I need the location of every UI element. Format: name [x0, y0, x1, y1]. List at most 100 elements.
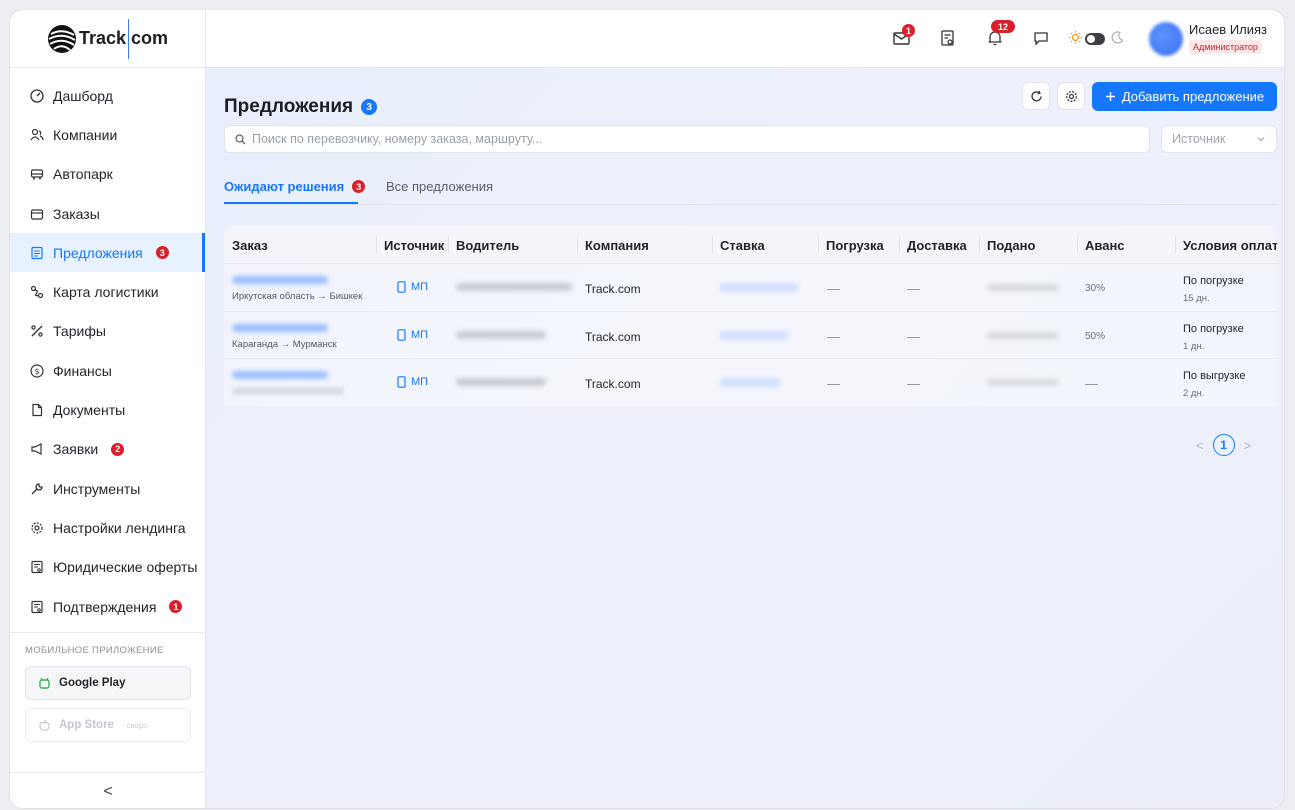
col-order[interactable]: Заказ [232, 238, 268, 253]
advance-cell: 50% [1085, 330, 1106, 342]
column-separator [1077, 237, 1078, 253]
refresh-button[interactable] [1022, 82, 1050, 110]
phone-icon [397, 328, 406, 341]
col-source[interactable]: Источник [384, 238, 444, 253]
pager-prev-button[interactable]: < [1196, 438, 1204, 453]
pagination: < 1 > [1196, 434, 1251, 456]
col-delivery[interactable]: Доставка [907, 238, 967, 253]
page-title-text: Предложения [224, 96, 354, 117]
company-cell: Track.com [585, 329, 641, 344]
column-separator [979, 237, 980, 253]
rate-redacted [720, 378, 780, 387]
column-separator [899, 237, 900, 253]
confirmations-badge: 1 [169, 600, 183, 613]
sidebar-item-legal-offers[interactable]: Юридические оферты [10, 548, 205, 587]
sidebar-item-documents[interactable]: Документы [10, 390, 205, 429]
users-icon [30, 128, 44, 141]
col-advance[interactable]: Аванс [1085, 238, 1125, 253]
notifications-button[interactable]: 12 [985, 20, 1015, 48]
collapse-sidebar-button[interactable]: < [10, 772, 206, 808]
add-offer-button[interactable]: Добавить предложение [1092, 82, 1277, 111]
loading-cell: — [827, 328, 840, 344]
chevron-down-icon [1257, 137, 1265, 142]
column-separator [577, 237, 578, 253]
col-company[interactable]: Компания [585, 238, 649, 253]
chat-button[interactable] [1031, 28, 1051, 48]
company-cell: Track.com [585, 282, 641, 296]
column-separator [818, 237, 819, 253]
sidebar-item-tools[interactable]: Инструменты [10, 469, 205, 508]
sidebar-item-companies[interactable]: Компании [10, 115, 205, 154]
submitted-redacted [987, 379, 1059, 386]
order-route-redacted [232, 388, 344, 394]
source-cell: МП [397, 329, 428, 341]
sidebar-item-label: Настройки лендинга [53, 519, 186, 536]
table-row[interactable]: МП Track.com — — — По выгрузке 2 дн. [224, 359, 1277, 406]
tab-active-indicator [224, 202, 358, 204]
logo-text-track: Track [78, 28, 127, 48]
notifications-badge: 12 [991, 20, 1015, 33]
sidebar-item-landing-settings[interactable]: Настройки лендинга [10, 508, 205, 547]
logo-text: Track com [78, 18, 168, 59]
tabs: Ожидают решения 3 Все предложения [224, 171, 1277, 205]
sidebar-item-confirmations[interactable]: Подтверждения 1 [10, 587, 205, 626]
pager-page-1[interactable]: 1 [1212, 434, 1235, 456]
col-submitted[interactable]: Подано [987, 238, 1035, 253]
order-number-redacted[interactable] [232, 371, 328, 379]
rate-redacted [720, 283, 798, 292]
svg-text:$: $ [34, 367, 39, 376]
sidebar-item-label: Финансы [53, 362, 112, 379]
requests-badge: 2 [111, 442, 125, 456]
sidebar-item-label: Тарифы [53, 323, 106, 340]
offers-table: Заказ Источник Водитель Компания Ставка … [224, 226, 1277, 406]
col-loading[interactable]: Погрузка [826, 238, 884, 253]
order-number-redacted[interactable] [232, 276, 328, 284]
google-play-button[interactable]: Google Play [25, 666, 191, 700]
company-cell: Track.com [585, 377, 641, 391]
gear-icon [31, 522, 43, 534]
col-rate[interactable]: Ставка [720, 238, 765, 253]
settings-button[interactable] [1057, 82, 1085, 110]
search-icon [235, 133, 246, 144]
source-cell: МП [397, 376, 428, 388]
sidebar-item-label: Документы [53, 402, 126, 419]
order-number-redacted[interactable] [232, 323, 328, 332]
plus-icon [1105, 92, 1115, 101]
document-check-icon [941, 30, 954, 46]
delivery-cell: — [907, 281, 920, 296]
tab-pending-label: Ожидают решения [224, 179, 345, 194]
sidebar-item-tariffs[interactable]: Тарифы [10, 312, 205, 351]
documents-button[interactable] [938, 28, 958, 48]
app-store-button: App Store · скоро [25, 708, 191, 742]
submitted-redacted [987, 284, 1059, 291]
sidebar-item-finance[interactable]: $ Финансы [10, 351, 205, 390]
tab-pending[interactable]: Ожидают решения 3 [224, 179, 366, 194]
pager-next-button[interactable]: > [1244, 438, 1252, 453]
tab-all-offers[interactable]: Все предложения [386, 179, 493, 194]
logo[interactable]: Track com [10, 10, 205, 68]
sidebar-item-dashboard[interactable]: Дашборд [10, 76, 205, 115]
sidebar-item-logistics-map[interactable]: Карта логистики [10, 272, 205, 311]
rate-redacted [720, 330, 788, 340]
user-role-badge: Администратор [1189, 40, 1262, 54]
mail-button[interactable]: 1 [892, 24, 915, 48]
driver-redacted [456, 283, 572, 291]
phone-icon [397, 281, 406, 293]
col-driver[interactable]: Водитель [456, 238, 519, 253]
theme-toggle[interactable] [1085, 33, 1105, 45]
source-select[interactable]: Источник [1161, 125, 1277, 153]
avatar[interactable] [1149, 22, 1183, 56]
sidebar-item-offers[interactable]: Предложения 3 [10, 233, 205, 273]
source-cell: МП [397, 281, 428, 293]
column-separator [376, 237, 377, 253]
table-row[interactable]: Караганда → Мурманск МП Track.com — — 50… [224, 311, 1277, 359]
sidebar-item-label: Предложения [53, 244, 143, 261]
col-payment-terms[interactable]: Условия оплаты [1183, 238, 1277, 253]
logo-divider [128, 18, 130, 59]
table-row[interactable]: Иркутская область → Бишкек МП Track.com … [224, 264, 1277, 312]
sidebar-item-orders[interactable]: Заказы [10, 194, 205, 233]
sidebar-item-requests[interactable]: Заявки 2 [10, 430, 205, 469]
source-value: МП [411, 328, 429, 341]
sidebar-item-fleet[interactable]: Автопарк [10, 155, 205, 194]
search-input[interactable]: Поиск по перевозчику, номеру заказа, мар… [224, 125, 1150, 153]
